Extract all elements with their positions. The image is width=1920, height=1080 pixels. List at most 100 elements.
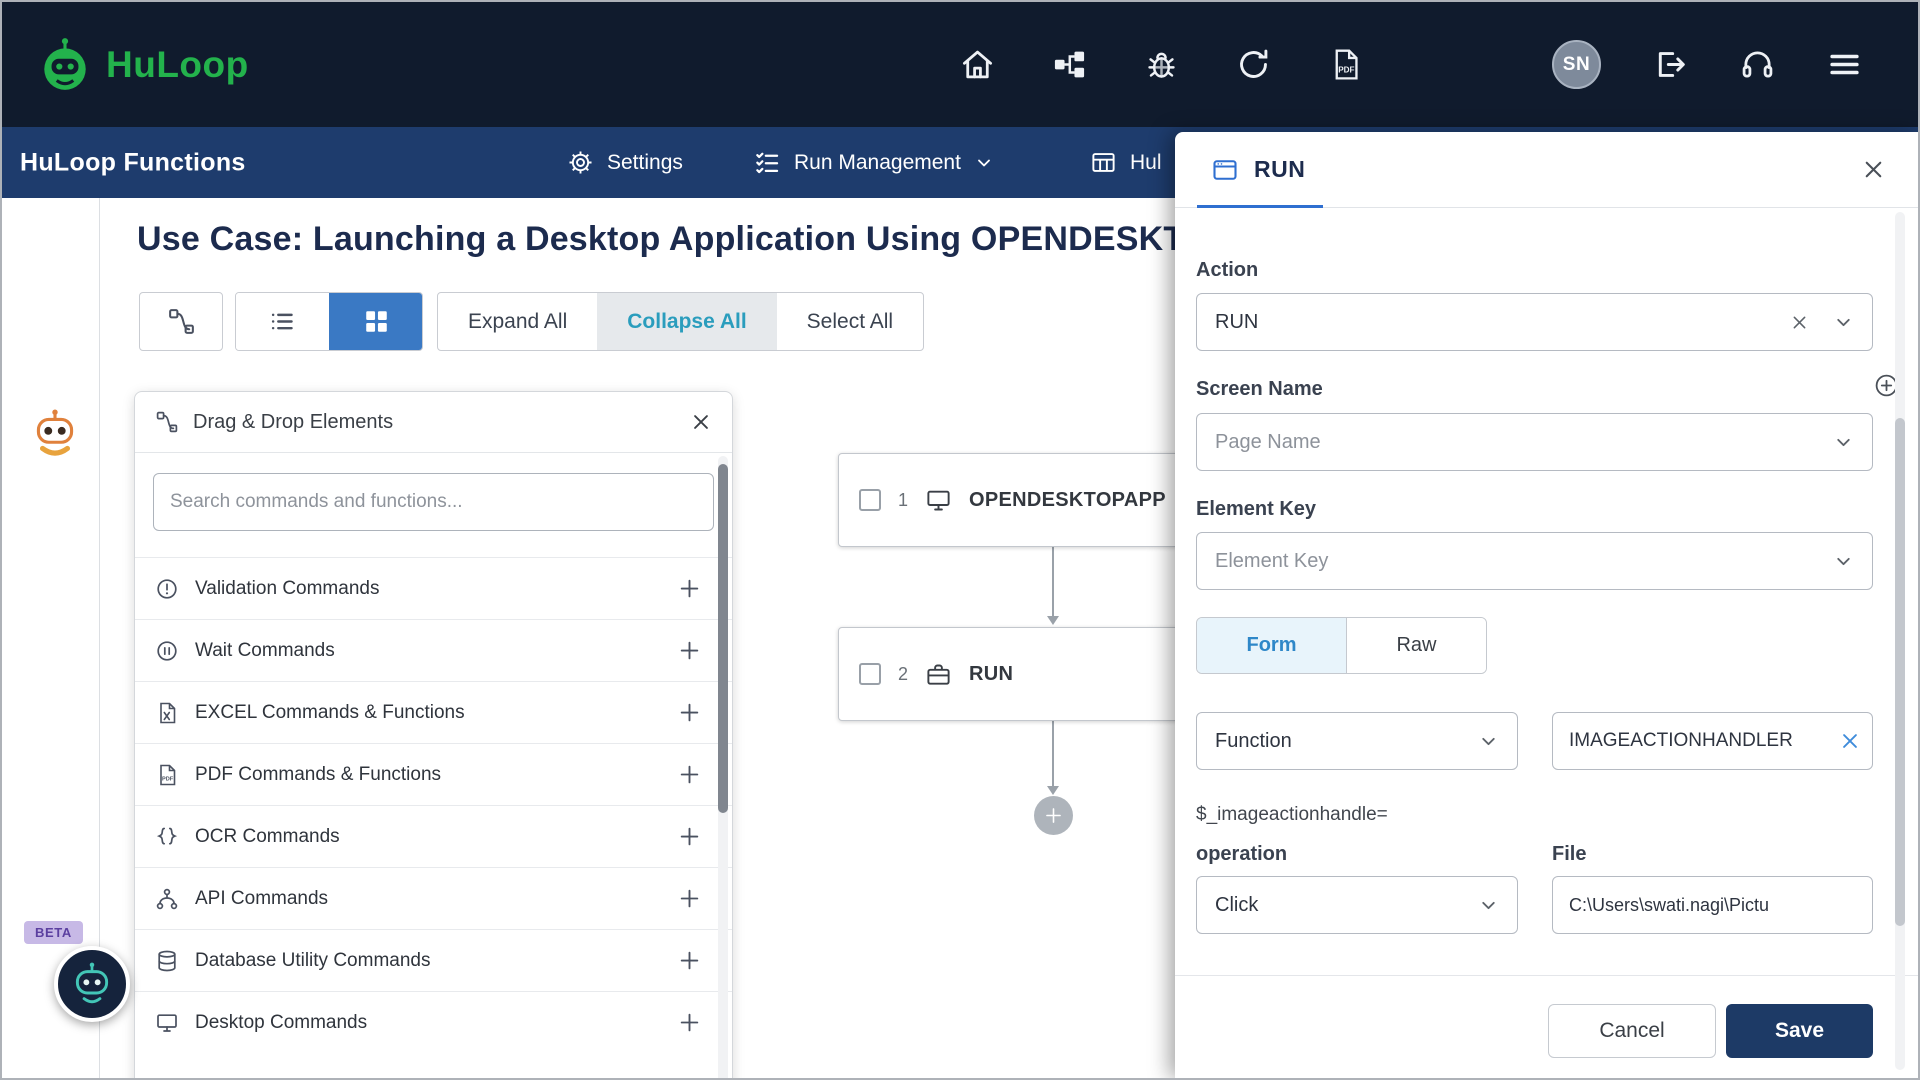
- node-checkbox[interactable]: [859, 663, 881, 685]
- desktop-icon: [925, 487, 952, 514]
- excel-file-icon: [155, 701, 179, 725]
- menu-icon[interactable]: [1827, 47, 1862, 82]
- app-header: HuLoop PDF SN: [2, 2, 1918, 127]
- table-icon: [1090, 149, 1117, 176]
- flow-node-run[interactable]: 2 RUN: [838, 627, 1206, 721]
- chevron-down-icon: [1833, 551, 1854, 572]
- palette-category-row[interactable]: Desktop Commands: [135, 991, 732, 1053]
- plus-icon[interactable]: [677, 700, 702, 725]
- footer-divider: [1175, 975, 1918, 976]
- command-search-input[interactable]: [170, 491, 697, 513]
- huloop-logo-icon: [36, 36, 94, 94]
- database-icon: [155, 949, 179, 973]
- node-index: 1: [898, 489, 909, 510]
- brand[interactable]: HuLoop: [36, 36, 249, 94]
- expand-all-button[interactable]: Expand All: [438, 293, 597, 350]
- panel-scrollbar[interactable]: [1895, 212, 1905, 1070]
- palette-category-row[interactable]: Database Utility Commands: [135, 929, 732, 991]
- plus-icon: [1043, 805, 1064, 826]
- list-view-button[interactable]: [236, 293, 329, 350]
- flow-view-button[interactable]: [139, 292, 223, 351]
- collapse-all-button[interactable]: Collapse All: [597, 293, 777, 350]
- plus-icon[interactable]: [677, 576, 702, 601]
- action-select[interactable]: RUN: [1196, 293, 1873, 351]
- window-card-icon: [1211, 156, 1239, 184]
- page-title: Use Case: Launching a Desktop Applicatio…: [137, 220, 1302, 258]
- palette-category-label: OCR Commands: [195, 825, 340, 847]
- action-label: Action: [1196, 259, 1259, 281]
- plus-icon[interactable]: [677, 638, 702, 663]
- chat-assistant-button[interactable]: [54, 946, 130, 1022]
- function-select-value: Function: [1215, 729, 1292, 752]
- function-value-input[interactable]: [1552, 712, 1873, 770]
- plus-icon[interactable]: [677, 824, 702, 849]
- checklist-icon: [754, 149, 781, 176]
- file-path-input[interactable]: [1552, 876, 1873, 934]
- plus-icon[interactable]: [677, 1010, 702, 1035]
- assistant-avatar-icon[interactable]: [26, 406, 84, 464]
- pdf-doc-icon[interactable]: PDF: [1328, 47, 1363, 82]
- node-checkbox[interactable]: [859, 489, 881, 511]
- api-branch-icon: [155, 887, 179, 911]
- home-icon[interactable]: [960, 47, 995, 82]
- truncated-nav-label: Hul: [1130, 150, 1162, 174]
- raw-tab[interactable]: Raw: [1347, 618, 1486, 673]
- add-step-button[interactable]: [1034, 796, 1073, 835]
- close-icon[interactable]: [690, 411, 712, 433]
- palette-category-row[interactable]: Validation Commands: [135, 557, 732, 619]
- user-avatar[interactable]: SN: [1552, 40, 1601, 89]
- panel-scrollbar-thumb[interactable]: [1895, 418, 1905, 926]
- close-icon[interactable]: [1861, 157, 1886, 182]
- panel-header: RUN: [1175, 132, 1918, 208]
- operation-select[interactable]: Click: [1196, 876, 1518, 934]
- plus-icon[interactable]: [677, 762, 702, 787]
- palette-category-row[interactable]: API Commands: [135, 867, 732, 929]
- app-window: HuLoop PDF SN HuLoop Functions Settings …: [0, 0, 1920, 1080]
- palette-scrollbar-thumb[interactable]: [718, 464, 728, 813]
- palette-category-row[interactable]: PDF PDF Commands & Functions: [135, 743, 732, 805]
- logout-icon[interactable]: [1653, 47, 1688, 82]
- page-section-title: HuLoop Functions: [20, 148, 246, 176]
- operation-value: Click: [1215, 893, 1259, 916]
- palette-category-row[interactable]: OCR Commands: [135, 805, 732, 867]
- run-properties-panel: RUN Action RUN Screen Name Page Name Ele…: [1175, 132, 1918, 1078]
- workflow-icon[interactable]: [1052, 47, 1087, 82]
- action-value: RUN: [1215, 310, 1259, 333]
- beta-badge: BETA: [24, 921, 83, 944]
- element-key-select[interactable]: Element Key: [1196, 532, 1873, 590]
- palette-category-list: Validation Commands Wait Commands EXCEL …: [135, 557, 732, 1053]
- braces-icon: [155, 825, 179, 849]
- bug-icon[interactable]: [1144, 47, 1179, 82]
- palette-category-label: API Commands: [195, 887, 329, 909]
- plus-icon[interactable]: [677, 886, 702, 911]
- nav-item-run-management[interactable]: Run Management: [754, 127, 994, 198]
- cancel-button[interactable]: Cancel: [1548, 1004, 1716, 1058]
- nav-item-huloop-truncated[interactable]: Hul: [1090, 127, 1162, 198]
- form-tab[interactable]: Form: [1197, 618, 1347, 673]
- palette-scrollbar[interactable]: [718, 456, 728, 1078]
- sync-icon[interactable]: [1236, 47, 1271, 82]
- screen-name-select[interactable]: Page Name: [1196, 413, 1873, 471]
- chevron-down-icon: [974, 153, 994, 173]
- palette-category-row[interactable]: Wait Commands: [135, 619, 732, 681]
- grid-view-button[interactable]: [329, 293, 422, 350]
- drag-drop-panel: Drag & Drop Elements Validation Commands…: [134, 391, 733, 1078]
- palette-category-label: EXCEL Commands & Functions: [195, 701, 465, 723]
- robot-chat-icon: [65, 957, 119, 1011]
- function-select[interactable]: Function: [1196, 712, 1518, 770]
- headset-icon[interactable]: [1740, 47, 1775, 82]
- nav-item-settings[interactable]: Settings: [567, 127, 683, 198]
- save-button[interactable]: Save: [1726, 1004, 1873, 1058]
- flow-node-opendesktopapp[interactable]: 1 OPENDESKTOPAPP: [838, 453, 1206, 547]
- palette-category-label: Validation Commands: [195, 577, 380, 599]
- node-index: 2: [898, 663, 909, 684]
- header-action-icons: [1653, 47, 1862, 82]
- file-label: File: [1552, 843, 1587, 865]
- svg-text:PDF: PDF: [162, 776, 174, 782]
- palette-category-row[interactable]: EXCEL Commands & Functions: [135, 681, 732, 743]
- clear-icon[interactable]: [1839, 730, 1861, 752]
- element-key-label: Element Key: [1196, 498, 1317, 520]
- select-all-button[interactable]: Select All: [777, 293, 923, 350]
- clear-icon[interactable]: [1790, 313, 1809, 332]
- plus-icon[interactable]: [677, 948, 702, 973]
